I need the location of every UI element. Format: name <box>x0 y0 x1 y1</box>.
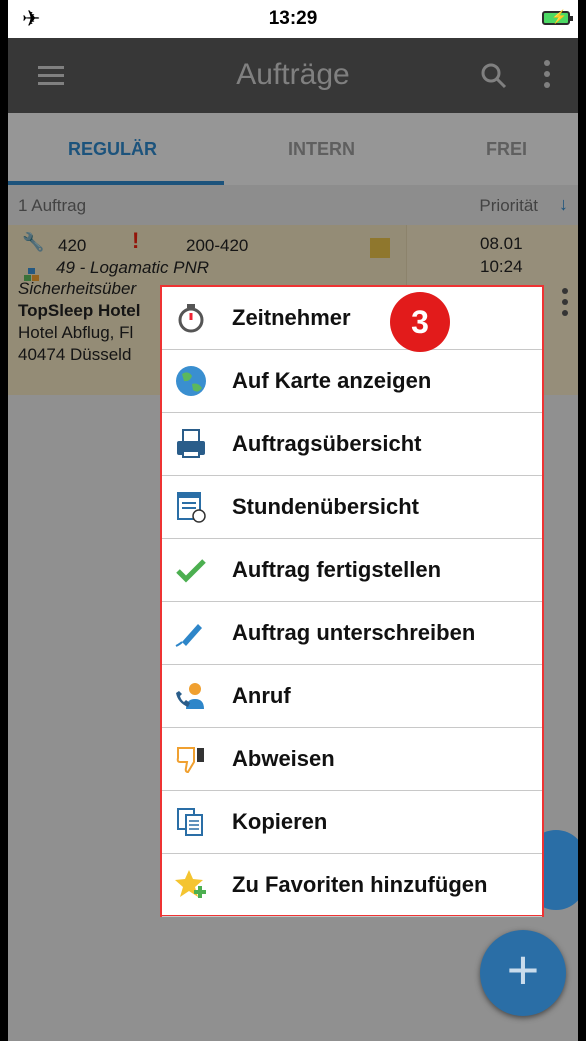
globe-icon <box>176 366 206 396</box>
menu-item-label: Auftragsübersicht <box>232 431 422 456</box>
phone-contact-icon <box>176 683 204 709</box>
stopwatch-icon <box>178 304 204 333</box>
menu-item-zu-favoriten[interactable]: Zu Favoriten hinzufügen <box>162 854 542 917</box>
status-bar: ✈ 13:29 ⚡ <box>8 0 578 38</box>
menu-item-zeitnehmer[interactable]: Zeitnehmer <box>162 287 542 350</box>
menu-item-label: Auftrag fertigstellen <box>232 557 442 582</box>
phone-screen: ✈ 13:29 ⚡ Aufträge REGULÄR INTERN FREI 1… <box>8 0 578 1041</box>
menu-item-label: Auftrag unterschreiben <box>232 620 476 645</box>
context-menu: Zeitnehmer Auf Karte anzeigen Auftragsüb… <box>160 285 544 917</box>
menu-item-auftragsuebersicht[interactable]: Auftragsübersicht <box>162 413 542 476</box>
menu-item-label: Anruf <box>232 683 291 708</box>
pen-icon <box>175 624 202 647</box>
menu-item-label: Zeitnehmer <box>232 305 351 330</box>
menu-item-auftrag-unterschreiben[interactable]: Auftrag unterschreiben <box>162 602 542 665</box>
add-order-button[interactable]: + <box>480 930 566 1016</box>
printer-icon <box>177 429 205 458</box>
menu-item-auftrag-fertigstellen[interactable]: Auftrag fertigstellen <box>162 539 542 602</box>
status-time: 13:29 <box>268 8 318 29</box>
plus-icon: + <box>506 938 540 1001</box>
menu-item-label: Abweisen <box>232 746 335 771</box>
menu-item-kopieren[interactable]: Kopieren <box>162 791 542 854</box>
copy-icon <box>177 808 203 836</box>
star-add-icon <box>175 870 206 898</box>
battery-charging-icon: ⚡ <box>542 9 573 25</box>
menu-item-anruf[interactable]: Anruf <box>162 665 542 728</box>
menu-item-label: Stundenübersicht <box>232 494 420 519</box>
menu-item-auf-karte[interactable]: Auf Karte anzeigen <box>162 350 542 413</box>
menu-item-label: Auf Karte anzeigen <box>232 368 432 393</box>
menu-item-stundenuebersicht[interactable]: Stundenübersicht <box>162 476 542 539</box>
step-number-badge: 3 <box>390 292 450 352</box>
menu-item-label: Kopieren <box>232 809 328 834</box>
timesheet-icon <box>177 492 206 523</box>
menu-item-label: Zu Favoriten hinzufügen <box>232 872 488 897</box>
thumbs-down-icon <box>176 747 204 774</box>
checkmark-icon <box>176 559 206 583</box>
menu-item-abweisen[interactable]: Abweisen <box>162 728 542 791</box>
